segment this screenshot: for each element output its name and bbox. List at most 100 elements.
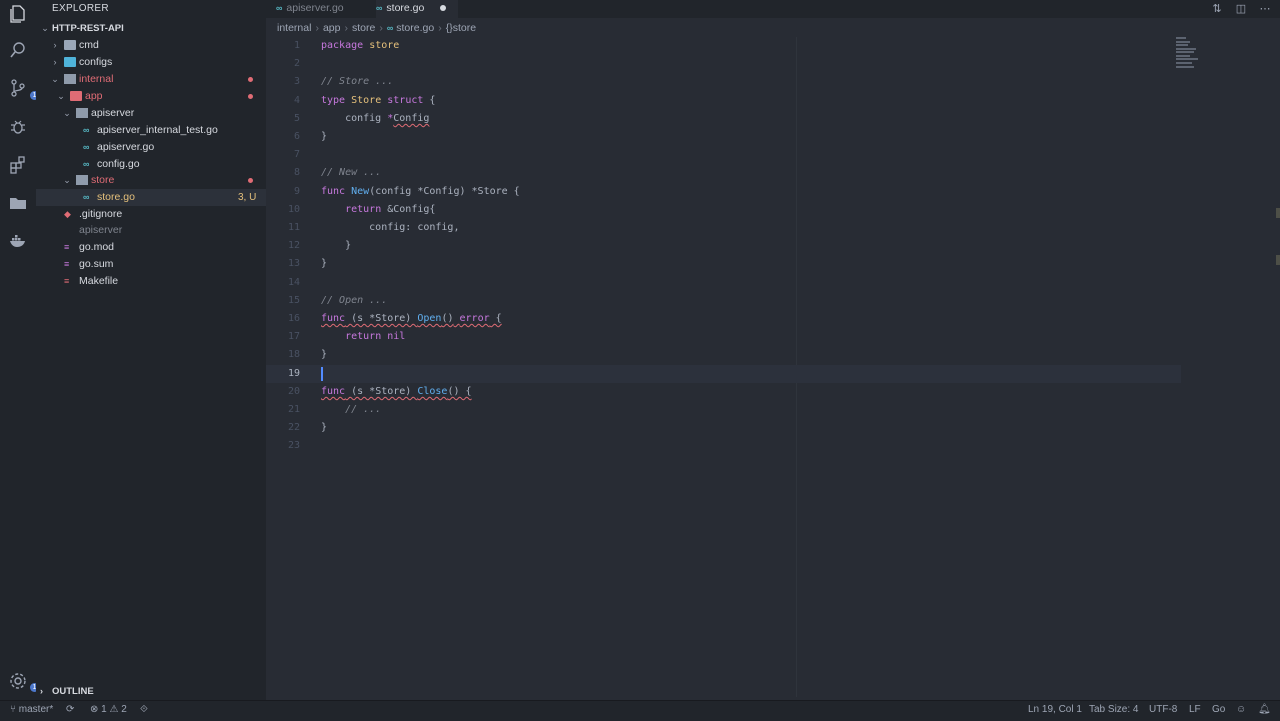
- source-control-icon[interactable]: 1: [8, 78, 39, 100]
- git-icon: ◆: [64, 209, 71, 219]
- end-of-line[interactable]: LF: [1189, 701, 1201, 719]
- tree-item-gitignore[interactable]: ◆ .gitignore: [36, 206, 266, 223]
- breadcrumb-item[interactable]: app: [323, 22, 341, 34]
- chevron-right-icon: ›: [53, 40, 57, 50]
- code-line: 7: [293, 149, 300, 161]
- code-line: 2: [293, 58, 300, 70]
- tree-item-store-go[interactable]: ∞ store.go 3, U: [36, 189, 266, 206]
- warning-icon: ⚠: [109, 704, 122, 715]
- tree-item-apiserver-test[interactable]: ∞ apiserver_internal_test.go: [36, 122, 266, 139]
- folder-icon: [64, 40, 76, 50]
- breadcrumb-item[interactable]: {}store: [446, 22, 476, 34]
- live-share-icon[interactable]: ⟐: [140, 701, 148, 719]
- tree-item-configs[interactable]: › configs: [36, 54, 266, 71]
- split-editor-icon[interactable]: ◫: [1234, 2, 1248, 16]
- project-root[interactable]: ⌄ HTTP-REST-API: [36, 20, 266, 37]
- code-line: 1 package store: [293, 40, 400, 51]
- tree-item-label: cmd: [79, 39, 99, 51]
- go-file-icon: ∞: [83, 192, 90, 202]
- tree-item-store-folder[interactable]: ⌄ store: [36, 172, 266, 189]
- outline-section-header[interactable]: › OUTLINE: [36, 683, 266, 700]
- outline-title: OUTLINE: [52, 686, 94, 697]
- explorer-icon[interactable]: [8, 4, 28, 24]
- chevron-right-icon: ›: [379, 22, 383, 34]
- tree-item-label: apiserver.go: [97, 141, 155, 153]
- more-actions-icon[interactable]: ⋯: [1258, 2, 1272, 16]
- language-mode[interactable]: Go: [1212, 701, 1225, 719]
- tree-item-internal[interactable]: ⌄ internal: [36, 71, 266, 88]
- tree-item-go-mod[interactable]: ≡ go.mod: [36, 239, 266, 256]
- code-line: 21 // ...: [287, 404, 382, 415]
- go-file-icon: ∞: [276, 3, 283, 13]
- modified-dot: [248, 94, 253, 99]
- git-branch-icon: ⑂: [10, 704, 19, 715]
- scrollbar-marker: [1276, 255, 1280, 265]
- tree-item-apiserver-folder[interactable]: ⌄ apiserver: [36, 105, 266, 122]
- debug-icon[interactable]: [8, 117, 28, 137]
- tree-item-label: go.sum: [79, 258, 114, 270]
- compare-changes-icon[interactable]: ⇅: [1210, 2, 1224, 16]
- branch-indicator[interactable]: ⑂ master*: [10, 701, 53, 719]
- folder-open-icon: [70, 91, 82, 101]
- code-line: 8// New ...: [293, 167, 382, 179]
- scrollbar-marker: [1276, 208, 1280, 218]
- notifications-bell-icon[interactable]: 🔔︎: [1258, 701, 1271, 719]
- code-line: 18}: [287, 349, 328, 361]
- tree-item-makefile[interactable]: ≡ Makefile: [36, 273, 266, 290]
- tree-item-go-sum[interactable]: ≡ go.sum: [36, 256, 266, 273]
- folder-icon[interactable]: [8, 193, 28, 213]
- encoding[interactable]: UTF-8: [1149, 701, 1177, 719]
- tab-size[interactable]: Tab Size: 4: [1089, 701, 1138, 719]
- chevron-down-icon: ⌄: [51, 74, 59, 84]
- tab-apiserver-go[interactable]: ∞ apiserver.go: [276, 0, 344, 18]
- tree-item-apiserver-binary[interactable]: apiserver: [36, 222, 266, 239]
- problems-decoration: 3, U: [238, 192, 257, 203]
- breadcrumb-item[interactable]: internal: [277, 22, 311, 34]
- code-line: 15// Open ...: [287, 294, 388, 306]
- code-line: 9 func New(config *Config) *Store {: [293, 185, 520, 197]
- text-cursor: [321, 366, 323, 381]
- tab-store-go[interactable]: ∞ store.go: [376, 0, 459, 18]
- go-mod-icon: ≡: [64, 242, 70, 252]
- minimap[interactable]: [1176, 37, 1206, 72]
- explorer-sidebar: EXPLORER ⌄ HTTP-REST-API › cmd › configs…: [36, 0, 266, 700]
- activity-bar: 1 1: [0, 0, 39, 700]
- project-name: HTTP-REST-API: [52, 23, 124, 34]
- code-line: 6}: [293, 131, 328, 142]
- feedback-icon[interactable]: ☺: [1236, 701, 1246, 719]
- tree-item-label: apiserver: [79, 224, 123, 236]
- go-file-icon: ∞: [83, 125, 90, 135]
- folder-icon: [64, 57, 76, 67]
- error-icon: ⊗: [90, 704, 102, 715]
- tree-item-label: store: [91, 174, 115, 186]
- modified-dot: [248, 77, 253, 82]
- cursor-position[interactable]: Ln 19, Col 1: [1028, 701, 1082, 719]
- tree-item-label: apiserver_internal_test.go: [97, 124, 218, 136]
- tree-item-apiserver-go[interactable]: ∞ apiserver.go: [36, 139, 266, 156]
- code-line: 20 func (s *Store) Close() {: [287, 385, 472, 397]
- breadcrumb: internal › app › store › ∞ store.go › {}store: [277, 22, 476, 34]
- docker-icon[interactable]: [8, 231, 28, 251]
- breadcrumb-item[interactable]: store: [352, 22, 375, 34]
- code-line: 10 return &Config{: [287, 203, 436, 215]
- chevron-right-icon: ›: [438, 22, 442, 34]
- tree-item-cmd[interactable]: › cmd: [36, 37, 266, 54]
- problems-indicator[interactable]: ⊗ 1 ⚠ 2: [90, 701, 127, 719]
- extensions-icon[interactable]: [8, 155, 28, 175]
- code-line: 23: [287, 440, 300, 452]
- tree-item-app[interactable]: ⌄ app: [36, 88, 266, 105]
- breadcrumb-item[interactable]: store.go: [396, 22, 434, 34]
- settings-gear-icon[interactable]: 1: [8, 671, 39, 692]
- unsaved-dot-icon[interactable]: [440, 5, 447, 12]
- tree-item-label: Makefile: [79, 275, 119, 287]
- go-file-icon: ∞: [83, 142, 90, 152]
- folder-open-icon: [76, 108, 88, 118]
- code-line: 3// Store ...: [293, 76, 394, 88]
- chevron-down-icon: ⌄: [63, 175, 71, 185]
- tree-item-label: go.mod: [79, 241, 115, 253]
- code-line: 5 config *Config: [293, 112, 430, 124]
- tree-item-config-go[interactable]: ∞ config.go: [36, 156, 266, 173]
- search-icon[interactable]: [8, 40, 28, 60]
- tab-label: store.go: [386, 2, 425, 14]
- sync-icon[interactable]: ⟳: [66, 701, 74, 719]
